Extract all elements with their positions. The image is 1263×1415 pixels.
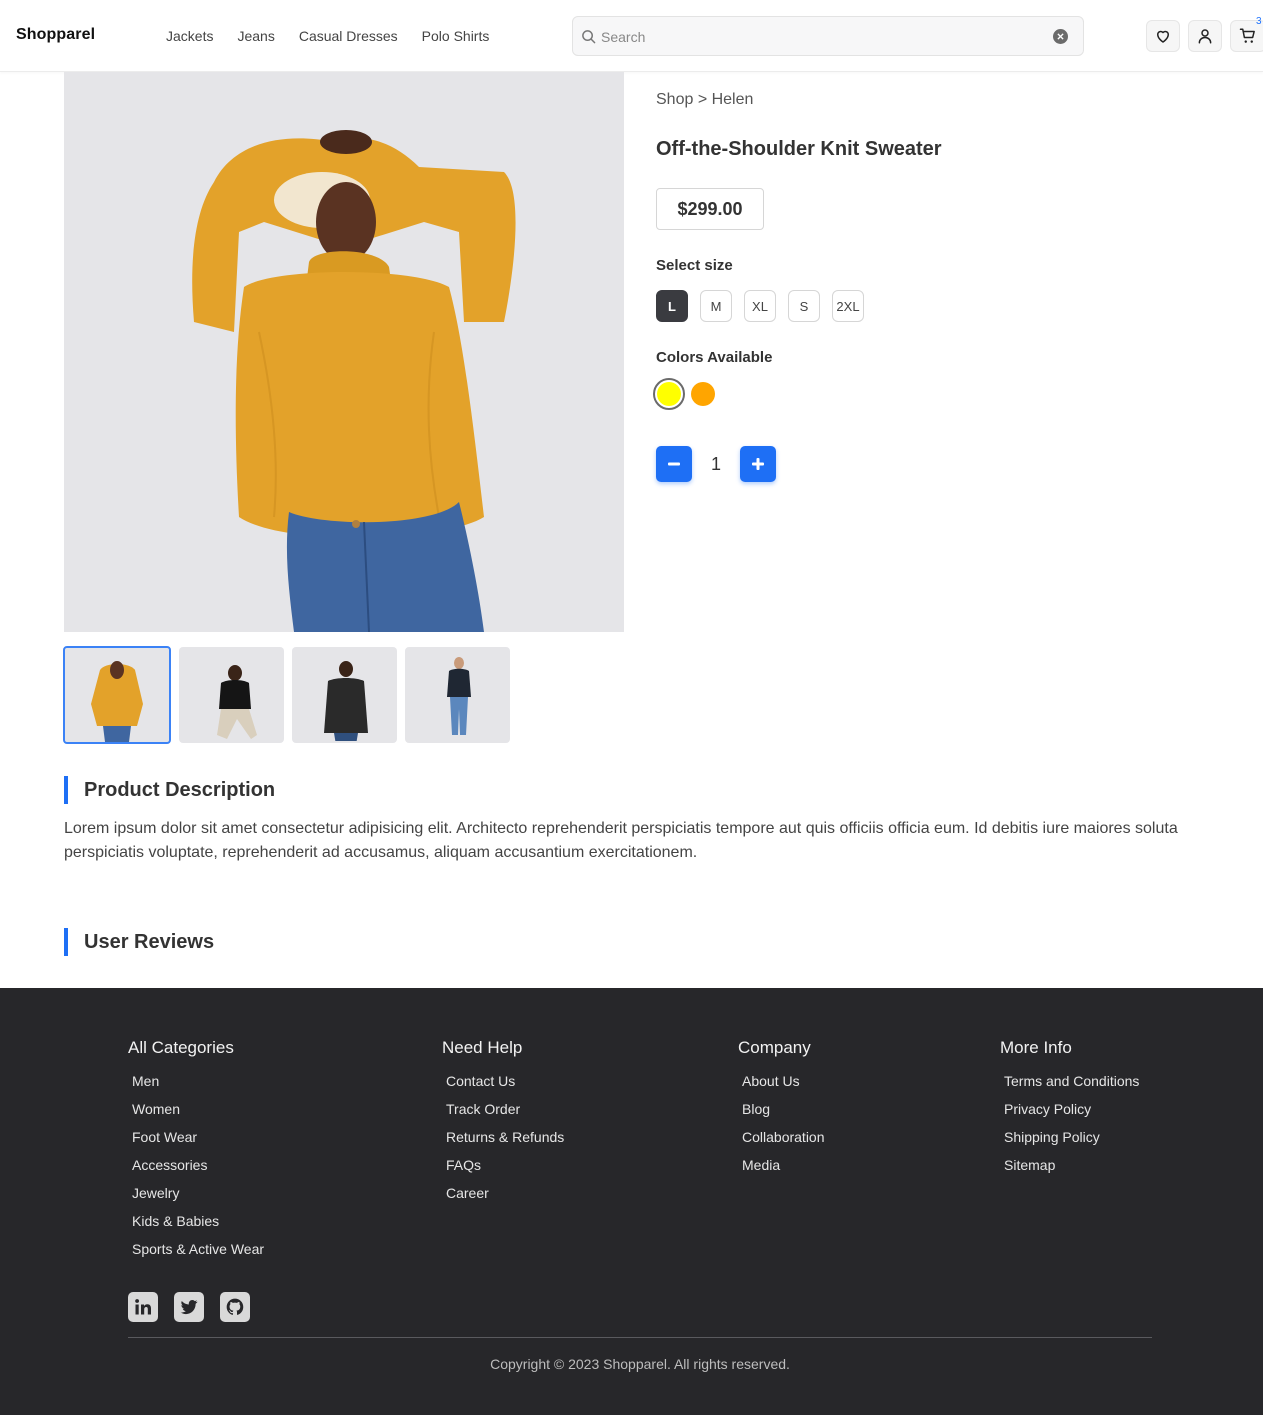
thumb-man-black-tshirt-photo — [217, 665, 257, 739]
thumb-man-navy-jacket-photo — [447, 657, 471, 735]
footer-column-title: Need Help — [442, 1038, 523, 1057]
github-icon[interactable] — [220, 1292, 250, 1322]
product-description-heading: Product Description — [64, 776, 275, 804]
nav-link-jeans[interactable]: Jeans — [237, 28, 274, 44]
user-reviews-heading: User Reviews — [64, 928, 214, 956]
cart-icon — [1239, 28, 1255, 43]
size-option-s[interactable]: S — [788, 290, 820, 322]
account-button[interactable] — [1188, 20, 1222, 52]
footer-link-about-us[interactable]: About Us — [742, 1071, 825, 1099]
footer-link-shipping-policy[interactable]: Shipping Policy — [1004, 1127, 1139, 1155]
footer-link-blog[interactable]: Blog — [742, 1099, 825, 1127]
footer-link-women[interactable]: Women — [132, 1099, 264, 1127]
color-selector — [653, 378, 715, 410]
quantity-stepper: 1 — [656, 446, 776, 482]
footer-divider — [128, 1337, 1152, 1338]
footer-link-men[interactable]: Men — [132, 1071, 264, 1099]
search-bar — [572, 16, 1084, 56]
footer-column-title: More Info — [1000, 1038, 1072, 1057]
clear-search-icon[interactable] — [1053, 29, 1068, 44]
site-footer: All Categories Men Women Foot Wear Acces… — [0, 988, 1263, 1415]
size-option-2xl[interactable]: 2XL — [832, 290, 864, 322]
decrease-quantity-button[interactable] — [656, 446, 692, 482]
footer-link-foot-wear[interactable]: Foot Wear — [132, 1127, 264, 1155]
footer-column-need-help: Need Help Contact Us Track Order Returns… — [442, 1038, 564, 1211]
footer-link-jewelry[interactable]: Jewelry — [132, 1183, 264, 1211]
thumbnail-4[interactable] — [405, 647, 510, 743]
product-main-image — [64, 72, 624, 632]
thumbnail-gallery — [63, 646, 510, 744]
footer-link-privacy-policy[interactable]: Privacy Policy — [1004, 1099, 1139, 1127]
product-description-text: Lorem ipsum dolor sit amet consectetur a… — [64, 820, 1178, 861]
user-icon — [1198, 29, 1212, 44]
twitter-icon[interactable] — [174, 1292, 204, 1322]
site-logo[interactable]: Shopparel — [16, 26, 95, 44]
footer-link-kids-babies[interactable]: Kids & Babies — [132, 1211, 264, 1239]
nav-link-jackets[interactable]: Jackets — [166, 28, 213, 44]
wishlist-button[interactable] — [1146, 20, 1180, 52]
footer-link-career[interactable]: Career — [446, 1183, 564, 1211]
site-header: Shopparel Jackets Jeans Casual Dresses P… — [0, 0, 1263, 72]
footer-link-returns-refunds[interactable]: Returns & Refunds — [446, 1127, 564, 1155]
woman-yellow-sweater-photo — [192, 130, 516, 632]
heart-icon — [1157, 30, 1169, 43]
footer-column-company: Company About Us Blog Collaboration Medi… — [738, 1038, 825, 1183]
footer-column-more-info: More Info Terms and Conditions Privacy P… — [1000, 1038, 1139, 1183]
main-nav: Jackets Jeans Casual Dresses Polo Shirts — [166, 28, 489, 44]
footer-link-terms[interactable]: Terms and Conditions — [1004, 1071, 1139, 1099]
size-option-xl[interactable]: XL — [744, 290, 776, 322]
product-price: $299.00 — [656, 188, 764, 230]
nav-link-polo-shirts[interactable]: Polo Shirts — [422, 28, 490, 44]
plus-icon — [752, 458, 764, 470]
footer-column-title: All Categories — [128, 1038, 234, 1057]
yellow-swatch — [657, 382, 681, 406]
footer-link-track-order[interactable]: Track Order — [446, 1099, 564, 1127]
social-links — [128, 1292, 250, 1322]
footer-column-title: Company — [738, 1038, 811, 1057]
thumbnail-1[interactable] — [63, 646, 171, 744]
footer-link-media[interactable]: Media — [742, 1155, 825, 1183]
colors-label: Colors Available — [656, 349, 773, 366]
search-icon — [582, 30, 596, 44]
footer-link-accessories[interactable]: Accessories — [132, 1155, 264, 1183]
thumbnail-3[interactable] — [292, 647, 397, 743]
footer-link-sitemap[interactable]: Sitemap — [1004, 1155, 1139, 1183]
size-label: Select size — [656, 257, 733, 274]
size-option-l[interactable]: L — [656, 290, 688, 322]
color-option-orange[interactable] — [691, 382, 715, 406]
increase-quantity-button[interactable] — [740, 446, 776, 482]
thumb-man-leather-jacket-photo — [324, 661, 368, 741]
nav-link-casual-dresses[interactable]: Casual Dresses — [299, 28, 398, 44]
footer-column-categories: All Categories Men Women Foot Wear Acces… — [128, 1038, 264, 1267]
thumb-woman-sweater-photo — [91, 661, 143, 742]
product-title: Off-the-Shoulder Knit Sweater — [656, 138, 942, 160]
footer-link-collaboration[interactable]: Collaboration — [742, 1127, 825, 1155]
copyright-text: Copyright © 2023 Shopparel. All rights r… — [490, 1356, 790, 1372]
footer-link-sports-active-wear[interactable]: Sports & Active Wear — [132, 1239, 264, 1267]
thumbnail-2[interactable] — [179, 647, 284, 743]
quantity-value: 1 — [710, 453, 721, 474]
linkedin-icon[interactable] — [128, 1292, 158, 1322]
footer-link-contact-us[interactable]: Contact Us — [446, 1071, 564, 1099]
size-option-m[interactable]: M — [700, 290, 732, 322]
size-selector: L M XL S 2XL — [656, 290, 864, 322]
minus-icon — [668, 462, 680, 466]
search-input[interactable] — [601, 26, 1041, 48]
footer-link-faqs[interactable]: FAQs — [446, 1155, 564, 1183]
color-option-yellow[interactable] — [653, 378, 685, 410]
breadcrumb[interactable]: Shop > Helen — [656, 91, 753, 109]
cart-count-badge: 3 — [1256, 16, 1262, 27]
